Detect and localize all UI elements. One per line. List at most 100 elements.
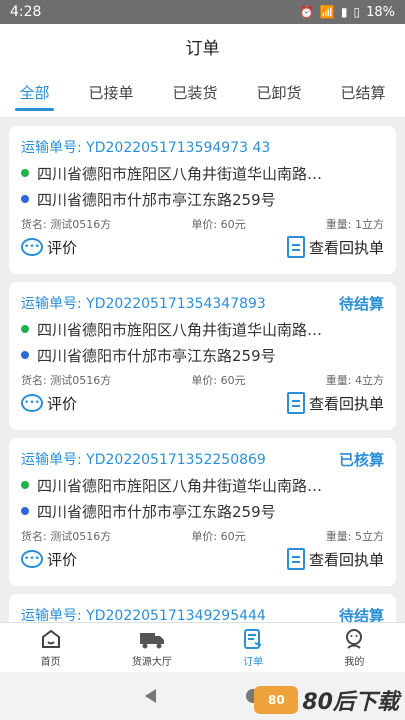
unit-price: 单价: 60元 <box>191 528 245 544</box>
home-icon <box>40 627 62 651</box>
weight: 重量: 4立方 <box>326 372 384 388</box>
truck-icon <box>139 627 165 651</box>
receipt-icon <box>286 392 305 414</box>
nav-home-label: 首页 <box>40 657 61 668</box>
order-card[interactable]: 运输单号: YD2022051713594973 43 四川省德阳市旌阳区八角井… <box>9 126 396 274</box>
destination-dot-icon <box>21 351 29 359</box>
order-card[interactable]: 运输单号: YD202205171352250869 已核算 四川省德阳市旌阳区… <box>9 438 396 586</box>
nav-orders[interactable]: 订单 <box>213 627 293 668</box>
battery-icon: ▯ <box>353 5 361 19</box>
status-icons: ⏰ 📶 ▮ ▯ 18% <box>299 5 395 20</box>
unit-price: 单价: 60元 <box>191 216 245 232</box>
comment-icon: ••• <box>21 238 43 256</box>
order-status: 待结算 <box>338 606 384 623</box>
view-receipt-label: 查看回执单 <box>308 550 384 569</box>
origin-dot-icon <box>21 481 29 489</box>
order-number-value: YD2022051713594973 43 <box>86 140 271 156</box>
status-bar: 4:28 ⏰ 📶 ▮ ▯ 18% <box>0 0 405 24</box>
origin-address: 四川省德阳市旌阳区八角井街道华山南路… <box>37 476 323 495</box>
weight-value: 1立方 <box>354 218 384 231</box>
order-card[interactable]: 运输单号: YD202205171349295444 待结算 <box>9 594 396 622</box>
weight-label: 重量: <box>325 218 355 231</box>
tab-loaded[interactable]: 已装货 <box>172 74 217 111</box>
nav-mine[interactable]: 我的 <box>314 627 394 668</box>
price-label: 单价: <box>191 218 221 231</box>
price-value: 60元 <box>220 218 246 231</box>
goods-label: 货名: <box>21 374 51 387</box>
receipt-icon <box>286 548 305 570</box>
view-receipt-button[interactable]: 查看回执单 <box>286 236 384 258</box>
tab-settled[interactable]: 已结算 <box>340 74 385 111</box>
alarm-icon: ⏰ <box>298 5 314 19</box>
tab-all[interactable]: 全部 <box>15 74 54 111</box>
destination-address: 四川省德阳市什邡市亭江东路259号 <box>37 346 276 365</box>
destination-address: 四川省德阳市什邡市亭江东路259号 <box>37 190 276 209</box>
evaluate-button[interactable]: ••• 评价 <box>21 393 77 414</box>
evaluate-label: 评价 <box>47 550 78 569</box>
goods-label: 货名: <box>21 530 51 543</box>
tab-unloaded[interactable]: 已卸货 <box>256 74 301 111</box>
evaluate-label: 评价 <box>47 394 78 413</box>
evaluate-button[interactable]: ••• 评价 <box>21 237 77 258</box>
goods-label: 货名: <box>21 218 51 231</box>
comment-icon: ••• <box>21 394 43 412</box>
order-number-value: YD202205171352250869 <box>86 452 266 468</box>
order-number-label: 运输单号: <box>21 452 87 468</box>
order-number: 运输单号: YD2022051713594973 43 <box>21 137 270 157</box>
nav-cargo-hall[interactable]: 货源大厅 <box>112 627 192 668</box>
order-number-label: 运输单号: <box>21 140 87 156</box>
view-receipt-label: 查看回执单 <box>308 238 384 257</box>
order-status: 已核算 <box>338 450 384 469</box>
view-receipt-label: 查看回执单 <box>308 394 384 413</box>
weight: 重量: 1立方 <box>326 216 384 232</box>
weight: 重量: 5立方 <box>326 528 384 544</box>
order-tabs: 全部 已接单 已装货 已卸货 已结算 <box>0 68 405 118</box>
price-label: 单价: <box>191 530 221 543</box>
goods-name: 货名: 测试0516方 <box>21 216 111 232</box>
goods-value: 测试0516方 <box>50 530 112 543</box>
battery-level: 18% <box>366 4 395 20</box>
goods-name: 货名: 测试0516方 <box>21 372 111 388</box>
weight-label: 重量: <box>325 374 355 387</box>
order-number-value: YD202205171354347893 <box>86 296 266 312</box>
goods-value: 测试0516方 <box>50 374 112 387</box>
wifi-icon: 📶 <box>319 5 335 19</box>
status-time: 4:28 <box>10 4 42 20</box>
origin-dot-icon <box>21 169 29 177</box>
back-icon[interactable] <box>145 689 156 703</box>
price-value: 60元 <box>220 374 246 387</box>
nav-mine-label: 我的 <box>344 657 365 668</box>
order-number-label: 运输单号: <box>21 296 87 312</box>
goods-name: 货名: 测试0516方 <box>21 528 111 544</box>
watermark-logo: 80 80后下载 <box>254 684 399 716</box>
order-list[interactable]: 运输单号: YD2022051713594973 43 四川省德阳市旌阳区八角井… <box>0 118 405 622</box>
price-label: 单价: <box>191 374 221 387</box>
evaluate-button[interactable]: ••• 评价 <box>21 549 77 570</box>
origin-address: 四川省德阳市旌阳区八角井街道华山南路… <box>37 320 323 339</box>
order-card[interactable]: 运输单号: YD202205171354347893 待结算 四川省德阳市旌阳区… <box>9 282 396 430</box>
bottom-nav: 首页 货源大厅 订单 我的 <box>0 622 405 672</box>
destination-dot-icon <box>21 507 29 515</box>
origin-address: 四川省德阳市旌阳区八角井街道华山南路… <box>37 164 323 183</box>
page-title: 订单 <box>0 24 405 68</box>
price-value: 60元 <box>220 530 246 543</box>
view-receipt-button[interactable]: 查看回执单 <box>286 548 384 570</box>
weight-value: 5立方 <box>354 530 384 543</box>
view-receipt-button[interactable]: 查看回执单 <box>286 392 384 414</box>
goods-value: 测试0516方 <box>50 218 112 231</box>
order-number-label: 运输单号: <box>21 608 87 622</box>
weight-label: 重量: <box>325 530 355 543</box>
tab-accepted[interactable]: 已接单 <box>88 74 133 111</box>
signal-icon: ▮ <box>340 5 348 19</box>
destination-address: 四川省德阳市什邡市亭江东路259号 <box>37 502 276 521</box>
evaluate-label: 评价 <box>47 238 78 257</box>
nav-cargo-hall-label: 货源大厅 <box>131 657 172 668</box>
destination-dot-icon <box>21 195 29 203</box>
watermark-text: 80后下载 <box>302 690 399 715</box>
user-icon <box>343 627 365 651</box>
order-number-value: YD202205171349295444 <box>86 608 266 622</box>
watermark-box: 80 <box>254 686 299 714</box>
orders-icon <box>242 627 264 651</box>
order-status: 待结算 <box>338 294 384 313</box>
nav-home[interactable]: 首页 <box>11 627 91 668</box>
